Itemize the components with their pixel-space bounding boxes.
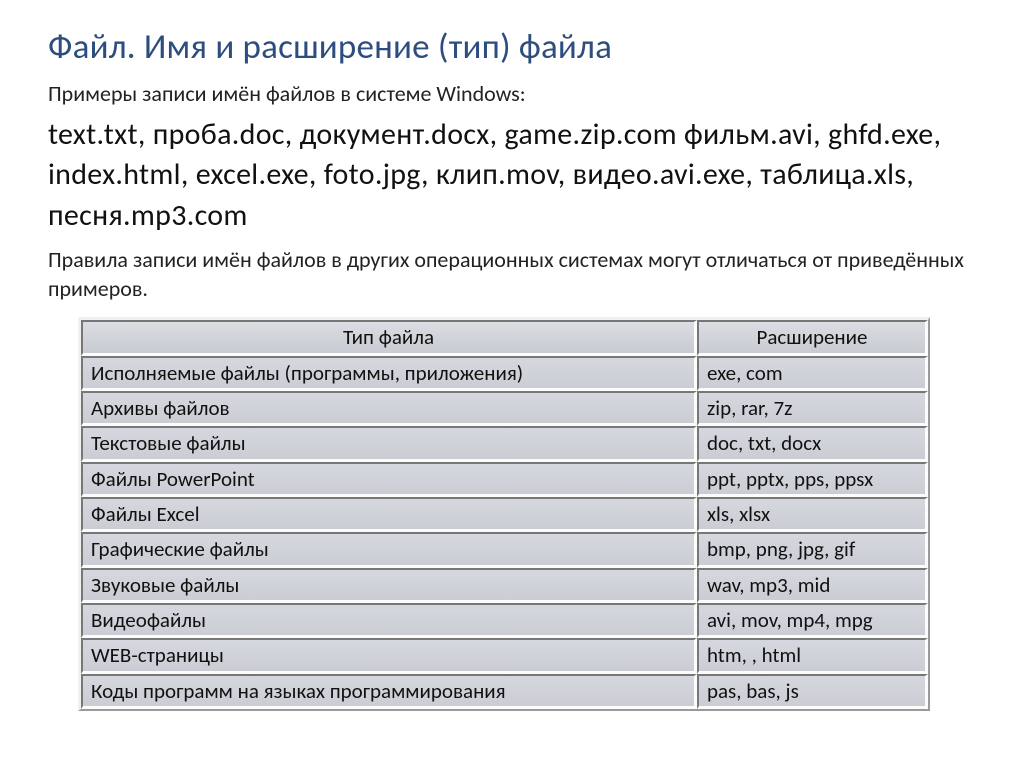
cell-type: Графические файлы	[81, 532, 697, 567]
cell-ext: pas, bas, js	[697, 674, 928, 709]
page-title: Файл. Имя и расширение (тип) файла	[48, 26, 976, 68]
cell-type: WEB-страницы	[81, 638, 697, 673]
cell-type: Видеофайлы	[81, 603, 697, 638]
cell-ext: wav, mp3, mid	[697, 568, 928, 603]
table-row: Архивы файлов zip, rar, 7z	[81, 391, 928, 426]
cell-type: Файлы Excel	[81, 497, 697, 532]
table-row: Файлы PowerPoint ppt, pptx, pps, ppsx	[81, 462, 928, 497]
cell-ext: zip, rar, 7z	[697, 391, 928, 426]
cell-ext: xls, xlsx	[697, 497, 928, 532]
filename-examples: text.txt, проба.doc, документ.docx, game…	[48, 115, 976, 237]
note-text: Правила записи имён файлов в других опер…	[48, 246, 976, 303]
cell-ext: htm, , html	[697, 638, 928, 673]
table-row: Файлы Excel xls, xlsx	[81, 497, 928, 532]
slide-content: Файл. Имя и расширение (тип) файла Приме…	[0, 0, 1024, 731]
header-ext: Расширение	[697, 320, 928, 355]
table-row: Видеофайлы avi, mov, mp4, mpg	[81, 603, 928, 638]
table-row: Графические файлы bmp, png, jpg, gif	[81, 532, 928, 567]
intro-text: Примеры записи имён файлов в системе Win…	[48, 80, 976, 109]
cell-ext: avi, mov, mp4, mpg	[697, 603, 928, 638]
table-row: WEB-страницы htm, , html	[81, 638, 928, 673]
cell-ext: exe, com	[697, 356, 928, 391]
file-types-table: Тип файла Расширение Исполняемые файлы (…	[78, 317, 930, 711]
table-row: Исполняемые файлы (программы, приложения…	[81, 356, 928, 391]
table-header-row: Тип файла Расширение	[81, 320, 928, 355]
cell-ext: ppt, pptx, pps, ppsx	[697, 462, 928, 497]
cell-type: Исполняемые файлы (программы, приложения…	[81, 356, 697, 391]
cell-type: Файлы PowerPoint	[81, 462, 697, 497]
cell-type: Архивы файлов	[81, 391, 697, 426]
cell-type: Текстовые файлы	[81, 426, 697, 461]
table-row: Коды программ на языках программирования…	[81, 674, 928, 709]
header-type: Тип файла	[81, 320, 697, 355]
cell-ext: bmp, png, jpg, gif	[697, 532, 928, 567]
table-row: Текстовые файлы doc, txt, docx	[81, 426, 928, 461]
table-row: Звуковые файлы wav, mp3, mid	[81, 568, 928, 603]
cell-ext: doc, txt, docx	[697, 426, 928, 461]
cell-type: Звуковые файлы	[81, 568, 697, 603]
cell-type: Коды программ на языках программирования	[81, 674, 697, 709]
